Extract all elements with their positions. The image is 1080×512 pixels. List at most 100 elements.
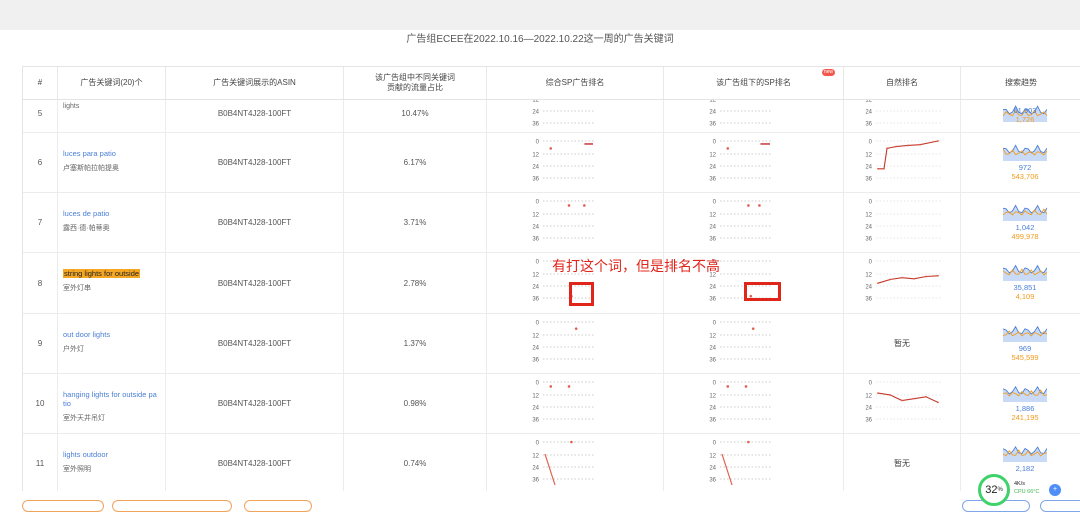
axis-tick-label: 0 — [713, 441, 717, 447]
keyword-link[interactable]: hanging lights for outside pa tio — [63, 390, 165, 408]
row-index: 11 — [23, 434, 58, 491]
natural-rank-point — [937, 401, 939, 404]
axis-tick-label: 24 — [532, 110, 539, 116]
row-index: 6 — [23, 133, 58, 192]
axis-tick-label: 24 — [709, 225, 716, 231]
axis-tick-label: 12 — [709, 153, 716, 159]
header-keyword[interactable]: 广告关键词(20)个 — [58, 67, 166, 99]
natural-rank-chart: 0 12 24 36 — [865, 140, 942, 183]
axis-tick-label: 36 — [709, 177, 716, 183]
table-row: 9 out door lights 户外灯 B0B4NT4J28-100FT 1.37%… — [23, 314, 1080, 374]
keyword-translation: 露西·德·帕蒂奥 — [63, 225, 110, 232]
trend-values: 35,851 4,109 — [1005, 283, 1045, 301]
keyword-link[interactable]: lights outdoor — [63, 450, 165, 459]
bottom-pill-button-4[interactable] — [1040, 500, 1080, 512]
axis-tick-label: 24 — [865, 165, 872, 171]
axis-tick-label: 0 — [713, 381, 717, 387]
keyword-cell: lights outdoor 室外照明 — [58, 434, 166, 491]
trend-values: 61,903 1,726 — [1005, 106, 1045, 124]
natural-rank-point — [877, 167, 879, 170]
keyword-link[interactable]: string lights for outside — [63, 269, 141, 278]
group-sp-rank-cell: 0 12 24 36 — [664, 374, 844, 433]
axis-tick-label: 0 — [869, 140, 873, 146]
search-trend-sparkline — [1003, 325, 1047, 342]
axis-tick-label: 24 — [532, 346, 539, 352]
natural-rank-cell: 0 12 24 36 — [844, 374, 961, 433]
axis-tick-label: 36 — [709, 418, 716, 424]
sp-rank-chart: 0 12 24 36 — [532, 440, 595, 486]
trend-value-secondary: 545,599 — [1011, 353, 1039, 362]
keyword-cell: out door lights 户外灯 — [58, 314, 166, 373]
axis-tick-label: 36 — [709, 297, 716, 303]
cpu-monitor-ring[interactable]: 32% — [978, 474, 1010, 506]
keyword-link[interactable]: luces para patio — [63, 149, 165, 158]
keyword-table: # 广告关键词(20)个 广告关键词展示的ASIN 该广告组中不同关键词 贡献的… — [22, 66, 1080, 491]
asin-cell: B0B4NT4J28-100FT — [166, 133, 344, 192]
search-trend-cell: 1,886 241,195 — [961, 374, 1080, 433]
bottom-pill-button-1[interactable] — [22, 500, 104, 512]
natural-rank-point — [937, 274, 939, 277]
traffic-share-cell: 0.74% — [344, 434, 487, 491]
search-trend-sparkline — [1003, 446, 1047, 462]
sp-rank-cell: 0 12 24 36 — [487, 434, 664, 491]
cpu-info: 4K/s CPU 66°C — [1014, 480, 1039, 496]
sp-rank-cell: 0 12 24 36 — [487, 314, 664, 373]
keyword-link[interactable]: out door lights — [63, 330, 165, 339]
trend-values: 2,182 — [1005, 464, 1045, 473]
natural-rank-point — [886, 147, 888, 150]
group-sp-rank-chart: 0 12 24 36 — [709, 321, 772, 364]
cpu-percent: 32 — [985, 484, 998, 496]
keyword-translation: 室外灯串 — [63, 285, 91, 292]
natural-rank-point — [877, 282, 879, 285]
axis-tick-label: 12 — [709, 213, 716, 219]
axis-tick-label: 0 — [536, 140, 540, 146]
axis-tick-label: 36 — [532, 177, 539, 183]
keyword-translation: 户外灯 — [63, 346, 84, 353]
header-group-sp-rank-label: 该广告组下的SP排名 — [716, 78, 791, 87]
axis-tick-label: 0 — [713, 140, 717, 146]
traffic-share-cell: 3.71% — [344, 193, 487, 252]
sp-rank-chart: 0 12 24 36 — [532, 140, 595, 183]
header-share[interactable]: 该广告组中不同关键词 贡献的流量占比 — [344, 67, 487, 99]
keyword-link[interactable]: luces de patio — [63, 209, 165, 218]
bottom-search-input[interactable] — [112, 500, 232, 512]
axis-tick-label: 24 — [532, 406, 539, 412]
rank-point — [570, 440, 573, 444]
table-row: 7 luces de patio 露西·德·帕蒂奥 B0B4NT4J28-100FT 3… — [23, 193, 1080, 253]
axis-tick-label: 36 — [709, 358, 716, 364]
natural-rank-cell: 暂无 — [844, 314, 961, 373]
keyword-cell: luces para patio 卢塞斯帕拉帕提奥 — [58, 133, 166, 192]
axis-tick-label: 12 — [532, 454, 539, 460]
rank-trend-line — [721, 453, 733, 486]
keyword-translation: 室外天井吊灯 — [63, 415, 105, 422]
group-sp-rank-cell: 0 12 24 36 — [664, 193, 844, 252]
rank-point — [744, 385, 748, 388]
trend-values: 1,886 241,195 — [1005, 404, 1045, 422]
rank-point — [567, 385, 571, 388]
trend-value-primary: 61,903 — [1013, 106, 1037, 115]
top-bar — [0, 0, 1080, 30]
natural-rank-point — [889, 278, 891, 281]
bottom-toolbar — [0, 496, 1080, 512]
natural-rank-point — [925, 275, 927, 278]
highlight-box-sp-rank — [569, 282, 594, 306]
trend-value-secondary: 4,109 — [1015, 292, 1035, 301]
sp-rank-cell: 0 12 24 36 — [487, 374, 664, 433]
axis-tick-label: 24 — [709, 346, 716, 352]
traffic-share-cell: 0.98% — [344, 374, 487, 433]
trend-value-primary: 1,042 — [1015, 223, 1035, 232]
page-subtitle: 广告组ECEE在2022.10.16—2022.10.22这一周的广告关键词 — [406, 34, 674, 45]
axis-tick-label: 12 — [865, 213, 872, 219]
axis-tick-label: 36 — [865, 297, 872, 303]
monitor-bubble-icon[interactable]: + — [1049, 484, 1061, 496]
trend-value-primary: 972 — [1018, 163, 1032, 172]
header-index: # — [23, 67, 58, 99]
natural-rank-point — [889, 394, 891, 396]
traffic-share-cell: 6.17% — [344, 133, 487, 192]
header-group-sp-rank: 该广告组下的SP排名 new — [664, 67, 844, 99]
rank-point — [751, 327, 755, 330]
rank-point — [758, 204, 761, 207]
bottom-pill-button-2[interactable] — [244, 500, 312, 512]
header-asin: 广告关键词展示的ASIN — [166, 67, 344, 99]
axis-tick-label: 24 — [709, 466, 716, 472]
